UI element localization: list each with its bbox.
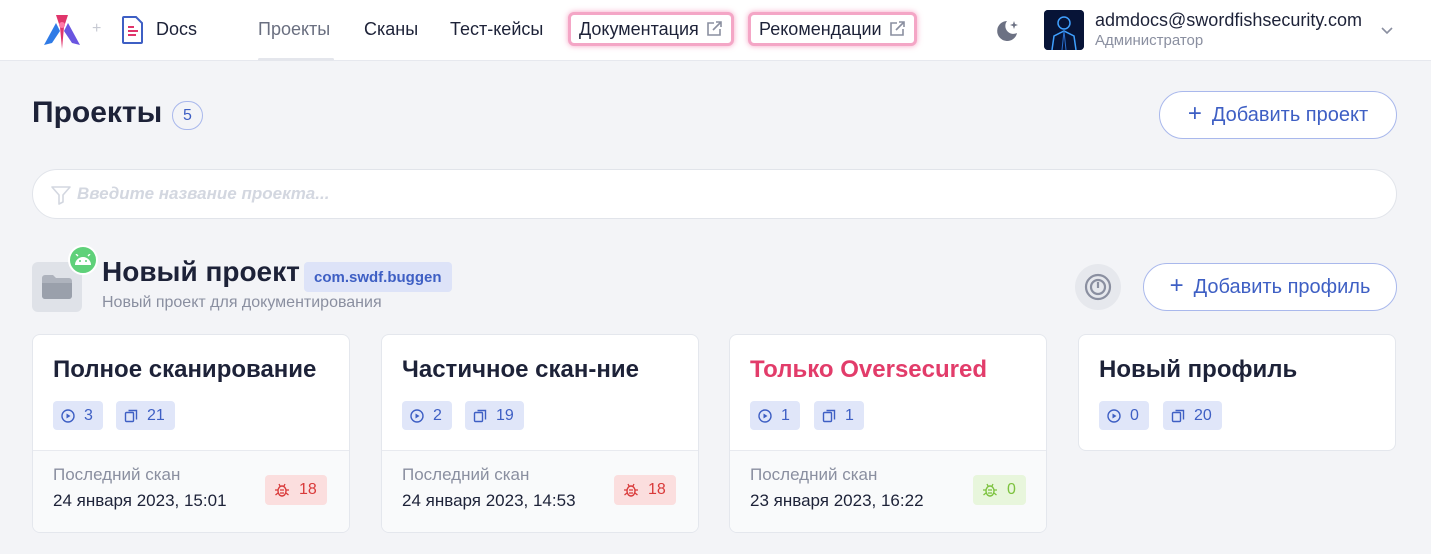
external-link-icon [706,21,722,36]
plus-icon: + [1169,272,1184,299]
copy-icon [124,409,138,422]
filter-icon [51,186,71,205]
bug-icon [275,483,289,497]
external-link-icon [889,21,905,36]
project-description: Новый проект для документирования [102,294,382,311]
nav-scans[interactable]: Сканы [364,19,418,40]
scan-target-icon [1084,273,1112,301]
play-circle-icon [61,408,75,423]
scans-count: 2 [433,406,442,424]
avatar[interactable] [1044,10,1084,50]
scans-count-chip: 1 [750,401,800,430]
product-name[interactable]: Docs [156,19,197,40]
profile-title: Новый профиль [1099,356,1298,383]
last-scan-label: Последний скан [402,465,530,484]
project-search [32,169,1397,219]
theme-toggle-moon-icon[interactable] [993,17,1021,45]
bugs-count-badge: 0 [973,475,1026,505]
add-profile-button[interactable]: + Добавить профиль [1143,263,1397,311]
last-scan-date: 24 января 2023, 14:53 [402,491,576,510]
bugs-count: 18 [299,481,317,498]
user-avatar-icon [1044,10,1084,50]
cases-count: 20 [1194,406,1212,424]
profile-card[interactable]: Новый профиль 0 20 [1078,334,1396,451]
play-circle-icon [1107,408,1121,423]
bugs-count: 18 [648,481,666,498]
play-circle-icon [758,408,772,423]
profile-title: Полное сканирование [53,356,317,383]
add-project-button[interactable]: + Добавить проект [1159,91,1397,139]
cases-count-chip: 21 [116,401,175,430]
bugs-count-badge: 18 [265,475,327,505]
scans-count-chip: 2 [402,401,452,430]
folder-icon [42,275,72,299]
bugs-count-badge: 18 [614,475,676,505]
last-scan-label: Последний скан [750,465,878,484]
plus-icon: + [1187,100,1202,127]
last-scan-date: 23 января 2023, 16:22 [750,491,924,510]
chevron-down-icon[interactable] [1380,24,1394,36]
profile-card[interactable]: Полное сканирование 3 21 Последний скан … [32,334,350,533]
copy-icon [1171,409,1185,422]
last-scan-label: Последний скан [53,465,181,484]
android-platform-badge [68,245,98,275]
nav-test-cases[interactable]: Тест-кейсы [450,19,543,40]
scans-count-chip: 3 [53,401,103,430]
cases-count: 21 [147,406,165,424]
nav-documentation-link[interactable]: Документация [568,12,734,46]
cases-count: 1 [845,406,854,424]
cases-count: 19 [496,406,514,424]
top-bar: + Docs Проекты Сканы Тест-кейсы Документ… [0,0,1431,61]
page-title: Проекты [32,96,163,129]
profile-card[interactable]: Только Oversecured 1 1 Последний скан 23… [729,334,1047,533]
nav-projects[interactable]: Проекты [258,19,330,40]
nav-recommendations-label: Рекомендации [759,18,882,39]
nav-documentation-label: Документация [579,18,699,39]
user-email[interactable]: admdocs@swordfishsecurity.com [1095,10,1362,31]
project-name[interactable]: Новый проект [102,256,300,288]
search-input[interactable] [77,170,1377,218]
cases-count-chip: 19 [465,401,524,430]
nav-recommendations-link[interactable]: Рекомендации [748,12,917,46]
logo-separator: + [92,20,102,37]
bugs-count: 0 [1007,481,1016,498]
profile-card[interactable]: Частичное скан-ние 2 19 Последний скан 2… [381,334,699,533]
swordfish-logo-icon[interactable] [42,11,82,51]
android-icon [75,254,91,265]
project-scan-button[interactable] [1075,264,1121,310]
scans-count: 0 [1130,406,1139,424]
last-scan-date: 24 января 2023, 15:01 [53,491,227,510]
bug-icon [983,483,997,497]
add-profile-label: Добавить профиль [1193,275,1371,298]
copy-icon [473,409,487,422]
profile-title: Только Oversecured [750,356,987,383]
copy-icon [822,409,836,422]
add-project-label: Добавить проект [1211,103,1369,126]
bug-icon [624,483,638,497]
cases-count-chip: 20 [1163,401,1222,430]
user-role: Администратор [1095,32,1204,49]
scans-count: 1 [781,406,790,424]
cases-count-chip: 1 [814,401,864,430]
nav-active-indicator [258,58,334,61]
docs-icon [122,16,143,44]
play-circle-icon [410,408,424,423]
scans-count: 3 [84,406,93,424]
profile-title: Частичное скан-ние [402,356,639,383]
project-package-badge: com.swdf.buggen [304,262,452,292]
scans-count-chip: 0 [1099,401,1149,430]
project-count-badge: 5 [172,101,203,130]
